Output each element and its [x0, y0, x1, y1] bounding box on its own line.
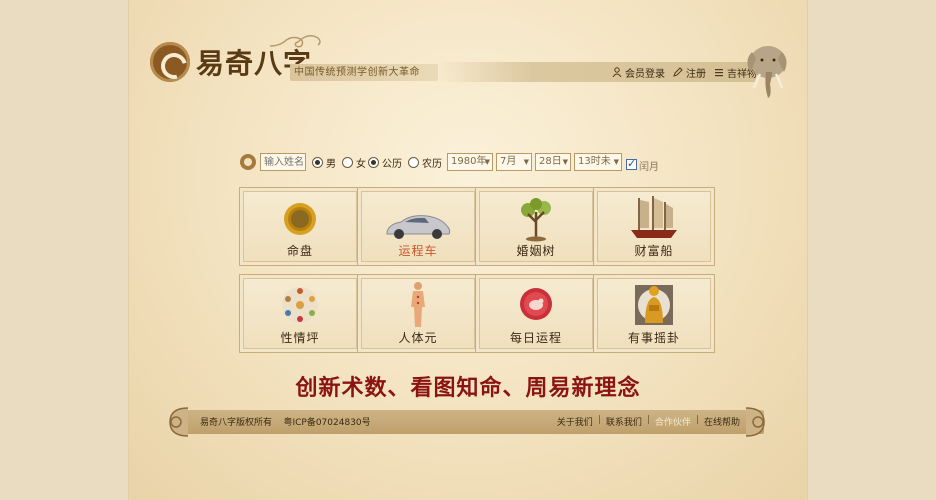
name-input[interactable]	[260, 153, 306, 171]
tree-icon	[521, 198, 551, 242]
tile-label: 命盘	[286, 244, 313, 258]
cloud-ornament-icon	[269, 35, 321, 48]
hour-select[interactable]: 13时未	[574, 153, 622, 171]
login-label: 会员登录	[625, 68, 665, 80]
car-icon	[386, 215, 451, 239]
tile-marriage-tree[interactable]: 婚姻树	[475, 187, 597, 266]
zodiac-disc-icon	[520, 288, 552, 320]
day-select[interactable]: 28日	[535, 153, 571, 171]
tile-label: 性情坪	[280, 331, 320, 345]
solar-calendar-radio[interactable]	[368, 156, 379, 168]
tile-label: 婚姻树	[516, 244, 556, 258]
tile-label: 有事摇卦	[627, 331, 680, 345]
scroll-ornament-left-icon	[169, 407, 189, 437]
list-icon	[715, 69, 723, 77]
tile-label: 运程车	[398, 244, 438, 258]
scroll-ornament-right-icon	[745, 407, 765, 437]
footer-link-partners[interactable]: 合作伙伴	[655, 415, 691, 428]
elephant-mascot-icon	[747, 46, 787, 98]
user-icon	[612, 67, 622, 77]
male-radio[interactable]	[312, 156, 323, 168]
human-body-icon	[411, 282, 425, 327]
header-slogan: 中国传统预测学创新大革命	[290, 64, 438, 81]
divider: |	[695, 415, 699, 425]
lunar-calendar-label: 农历	[422, 158, 442, 170]
register-label: 注册	[686, 68, 706, 80]
footer-copyright: 易奇八字版权所有 粤ICP备07024830号	[200, 415, 371, 428]
solar-calendar-label: 公历	[382, 158, 402, 170]
tile-destiny-chart[interactable]: 命盘	[239, 187, 361, 266]
tile-temperament[interactable]: 性情坪	[239, 274, 361, 353]
copyright-text: 易奇八字版权所有	[200, 418, 273, 428]
footer-link-contact[interactable]: 联系我们	[606, 415, 642, 428]
junk-ship-icon	[631, 196, 677, 238]
divider: |	[646, 415, 650, 425]
login-link[interactable]: 会员登录	[612, 65, 665, 80]
tagline: 创新术数、看图知命、周易新理念	[295, 376, 641, 401]
male-label: 男	[326, 158, 336, 170]
deity-statue-icon	[635, 285, 673, 325]
sun-disc-icon	[284, 203, 316, 235]
leap-month-checkbox[interactable]	[626, 157, 637, 170]
divider: |	[597, 415, 601, 425]
tile-divination[interactable]: 有事摇卦	[593, 274, 715, 353]
icp-text: 粤ICP备07024830号	[283, 418, 371, 428]
feature-grid: 命盘 运程车 婚姻树 财富船 性情坪 人体元 每日运程 有事摇卦	[239, 187, 715, 355]
yinyang-icon	[240, 154, 256, 170]
month-select[interactable]: 7月	[496, 153, 532, 171]
lunar-calendar-radio[interactable]	[408, 156, 419, 168]
birth-info-form: 男 女 公历 农历 1980年 7月 28日 13时未 闰月	[240, 152, 659, 173]
bagua-circle-icon	[282, 287, 318, 323]
footer-link-help[interactable]: 在线帮助	[704, 415, 740, 428]
leap-month-label: 闰月	[639, 161, 659, 173]
register-link[interactable]: 注册	[673, 65, 706, 80]
tile-label: 每日运程	[509, 331, 562, 345]
year-select[interactable]: 1980年	[447, 153, 493, 171]
tile-label: 财富船	[634, 244, 674, 258]
footer-link-about[interactable]: 关于我们	[557, 415, 593, 428]
tile-label: 人体元	[398, 331, 438, 345]
tile-daily-fortune[interactable]: 每日运程	[475, 274, 597, 353]
logo-emblem-icon	[150, 42, 190, 82]
footer-links: 关于我们 | 联系我们 | 合作伙伴 | 在线帮助	[557, 415, 740, 428]
tile-wealth-ship[interactable]: 财富船	[593, 187, 715, 266]
tile-fortune-car[interactable]: 运程车	[357, 187, 479, 266]
pencil-icon	[673, 67, 683, 77]
female-radio[interactable]	[342, 156, 353, 168]
female-label: 女	[356, 158, 366, 170]
tile-human-body[interactable]: 人体元	[357, 274, 479, 353]
